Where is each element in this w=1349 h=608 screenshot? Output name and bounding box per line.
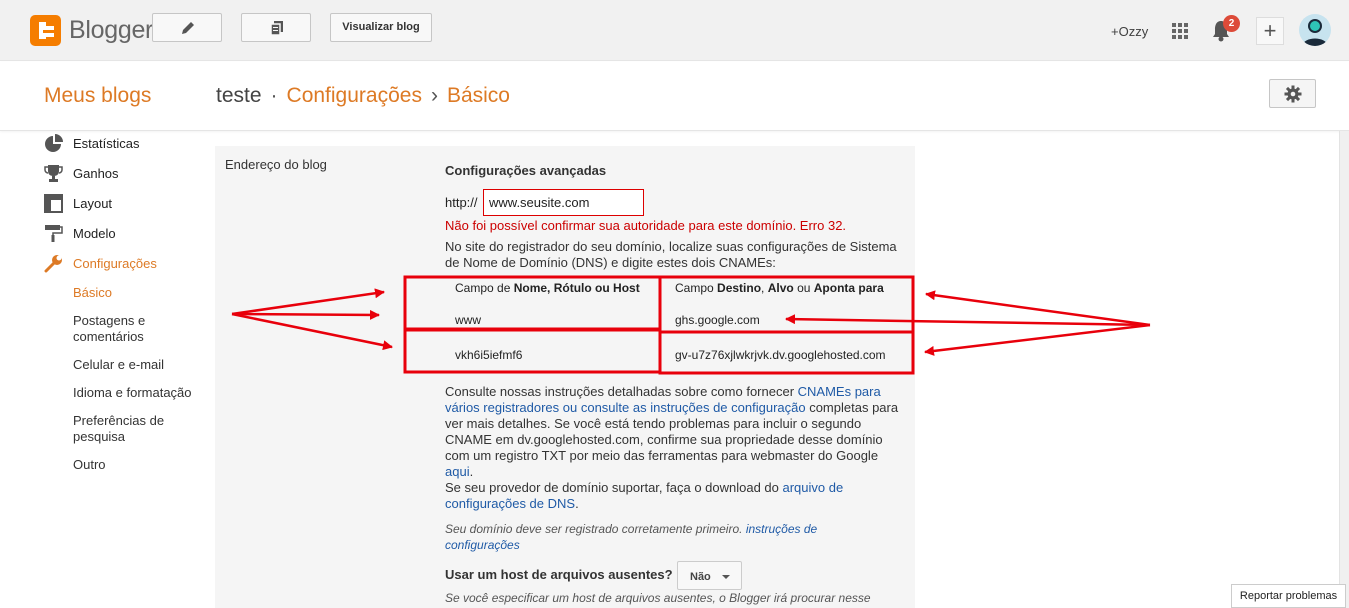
page-scrollbar[interactable]: [1339, 131, 1349, 608]
annotation-box: [403, 275, 662, 331]
annotation-arrow: [231, 312, 393, 351]
annotation-arrow: [231, 288, 385, 316]
annotation-box: [658, 275, 915, 334]
annotation-box: [658, 330, 915, 375]
annotation-arrow: [785, 314, 1151, 327]
annotation-box: [403, 328, 662, 374]
annotation-overlay: [231, 275, 1151, 375]
report-problems-button[interactable]: Reportar problemas: [1231, 584, 1346, 608]
annotation-arrow: [925, 290, 1151, 327]
annotation-arrow: [924, 323, 1151, 356]
annotation-arrow: [231, 309, 380, 320]
